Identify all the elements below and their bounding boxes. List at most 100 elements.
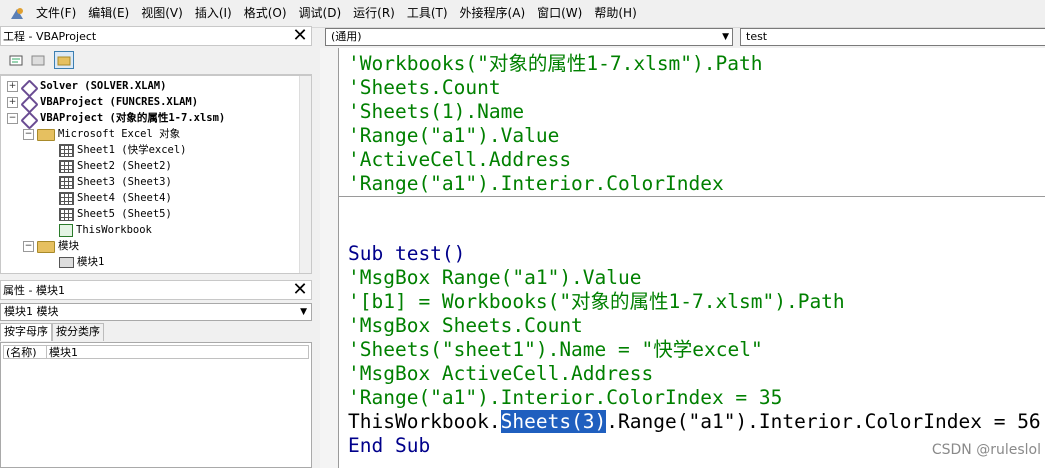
expand-icon[interactable]: + — [7, 96, 18, 108]
tree-node-current-project[interactable]: − VBAProject (对象的属性1-7.xlsm) — [7, 110, 225, 126]
properties-titlebar: 属性 - 模块1 ✕ — [0, 280, 312, 300]
code-line-end-sub[interactable]: End Sub — [348, 434, 430, 458]
view-object-button[interactable] — [28, 51, 48, 69]
worksheet-icon — [59, 191, 74, 205]
code-line[interactable]: '[b1] = Workbooks("对象的属性1-7.xlsm").Path — [348, 290, 845, 314]
menu-window[interactable]: 窗口(W) — [531, 0, 588, 27]
vba-project-icon — [21, 112, 37, 125]
collapse-icon[interactable]: − — [23, 240, 34, 252]
tree-node-sheet2[interactable]: Sheet2 (Sheet2) — [59, 158, 172, 174]
chevron-down-icon: ▼ — [722, 32, 729, 42]
tree-node-label: VBAProject (FUNCRES.XLAM) — [40, 96, 199, 108]
tree-node-label: VBAProject (对象的属性1-7.xlsm) — [40, 112, 226, 124]
properties-grid: (名称) 模块1 — [0, 342, 312, 468]
tree-node-solver[interactable]: + Solver (SOLVER.XLAM) — [7, 78, 166, 94]
tree-node-label: Sheet1 (快学excel) — [77, 144, 187, 156]
object-combo[interactable]: (通用) ▼ — [325, 28, 733, 46]
code-line[interactable]: 'Range("a1").Interior.ColorIndex — [348, 172, 724, 196]
vba-project-icon — [21, 80, 37, 93]
tree-node-module1[interactable]: 模块1 — [59, 254, 104, 270]
tree-node-sheet5[interactable]: Sheet5 (Sheet5) — [59, 206, 172, 222]
project-explorer-title: 工程 - VBAProject — [3, 30, 97, 43]
menu-insert[interactable]: 插入(I) — [189, 0, 238, 27]
code-text: ThisWorkbook. — [348, 410, 501, 433]
procedure-combo[interactable]: test — [740, 28, 1045, 46]
code-header: (通用) ▼ test — [320, 27, 1045, 47]
collapse-icon[interactable]: − — [7, 112, 18, 124]
tree-node-label: Sheet5 (Sheet5) — [77, 208, 172, 220]
property-name: (名称) — [3, 345, 47, 359]
code-line[interactable]: 'Sheets("sheet1").Name = "快学excel" — [348, 338, 763, 362]
tree-node-label: 模块 — [58, 240, 79, 252]
tree-node-label: Solver (SOLVER.XLAM) — [40, 80, 167, 92]
module-icon — [59, 256, 74, 268]
tree-node-label: 模块1 — [77, 256, 105, 268]
project-scrollbar[interactable] — [299, 76, 311, 273]
tree-node-excel-objects[interactable]: − Microsoft Excel 对象 — [23, 126, 180, 142]
tree-node-label: ThisWorkbook — [76, 224, 152, 236]
properties-object-value: 模块1 模块 — [4, 305, 59, 318]
menu-edit[interactable]: 编辑(E) — [82, 0, 135, 27]
project-tree[interactable]: + Solver (SOLVER.XLAM) + VBAProject (FUN… — [0, 75, 312, 274]
properties-object-select[interactable]: 模块1 模块 ▼ — [0, 303, 312, 321]
view-code-button[interactable] — [6, 51, 26, 69]
code-line-sub-header[interactable]: Sub test() — [348, 242, 465, 266]
tree-node-sheet1[interactable]: Sheet1 (快学excel) — [59, 142, 187, 158]
procedure-combo-value: test — [746, 30, 768, 43]
code-line[interactable]: 'Sheets(1).Name — [348, 100, 524, 124]
vba-project-icon — [21, 96, 37, 109]
project-explorer-titlebar: 工程 - VBAProject ✕ — [0, 26, 312, 46]
code-line[interactable]: 'ActiveCell.Address — [348, 148, 571, 172]
tree-node-label: Sheet2 (Sheet2) — [77, 160, 172, 172]
folder-icon — [37, 241, 55, 253]
tree-node-modules[interactable]: − 模块 — [23, 238, 79, 254]
procedure-divider — [338, 196, 1045, 197]
code-text: .Range("a1").Interior.ColorIndex = 56 — [606, 410, 1041, 433]
code-line[interactable]: 'Range("a1").Interior.ColorIndex = 35 — [348, 386, 782, 410]
menu-run[interactable]: 运行(R) — [347, 0, 401, 27]
menu-file[interactable]: 文件(F) — [30, 0, 82, 27]
worksheet-icon — [59, 175, 74, 189]
menu-help[interactable]: 帮助(H) — [588, 0, 642, 27]
tab-alphabetic[interactable]: 按字母序 — [0, 323, 52, 341]
close-icon[interactable]: ✕ — [291, 27, 309, 45]
tab-categorized[interactable]: 按分类序 — [52, 323, 104, 341]
property-row[interactable]: (名称) 模块1 — [3, 345, 309, 359]
code-line[interactable]: 'MsgBox Sheets.Count — [348, 314, 583, 338]
selected-text[interactable]: Sheets(3) — [500, 410, 607, 433]
tree-node-thisworkbook[interactable]: ThisWorkbook — [59, 222, 152, 238]
tree-node-funcres[interactable]: + VBAProject (FUNCRES.XLAM) — [7, 94, 198, 110]
menu-addins[interactable]: 外接程序(A) — [454, 0, 532, 27]
tree-node-sheet4[interactable]: Sheet4 (Sheet4) — [59, 190, 172, 206]
collapse-icon[interactable]: − — [23, 128, 34, 140]
menu-view[interactable]: 视图(V) — [135, 0, 189, 27]
vba-app-icon[interactable] — [8, 5, 26, 23]
tree-node-sheet3[interactable]: Sheet3 (Sheet3) — [59, 174, 172, 190]
folder-icon — [37, 129, 55, 141]
menu-format[interactable]: 格式(O) — [238, 0, 293, 27]
toggle-folders-button[interactable] — [54, 51, 74, 69]
watermark: CSDN @ruleslol — [931, 442, 1041, 458]
code-line[interactable]: 'Sheets.Count — [348, 76, 501, 100]
project-toolbar — [0, 46, 312, 75]
chevron-down-icon: ▼ — [300, 307, 307, 317]
menu-bar: 文件(F) 编辑(E) 视图(V) 插入(I) 格式(O) 调试(D) 运行(R… — [0, 0, 1045, 28]
menu-tools[interactable]: 工具(T) — [401, 0, 454, 27]
tree-node-label: Microsoft Excel 对象 — [58, 128, 181, 140]
menu-debug[interactable]: 调试(D) — [293, 0, 348, 27]
worksheet-icon — [59, 159, 74, 173]
code-line[interactable]: 'MsgBox Range("a1").Value — [348, 266, 642, 290]
property-value[interactable]: 模块1 — [47, 345, 309, 359]
code-line[interactable]: 'Workbooks("对象的属性1-7.xlsm").Path — [348, 52, 762, 76]
tree-node-label: Sheet4 (Sheet4) — [77, 192, 172, 204]
properties-tabs: 按字母序 按分类序 — [0, 323, 312, 341]
code-line-active[interactable]: ThisWorkbook.Sheets(3).Range("a1").Inter… — [348, 410, 1041, 434]
code-margin[interactable] — [320, 48, 339, 468]
workbook-icon — [59, 223, 73, 237]
code-editor[interactable]: 'Workbooks("对象的属性1-7.xlsm").Path 'Sheets… — [320, 48, 1045, 468]
code-line[interactable]: 'Range("a1").Value — [348, 124, 559, 148]
code-line[interactable]: 'MsgBox ActiveCell.Address — [348, 362, 653, 386]
worksheet-icon — [59, 207, 74, 221]
close-icon[interactable]: ✕ — [291, 281, 309, 299]
expand-icon[interactable]: + — [7, 80, 18, 92]
